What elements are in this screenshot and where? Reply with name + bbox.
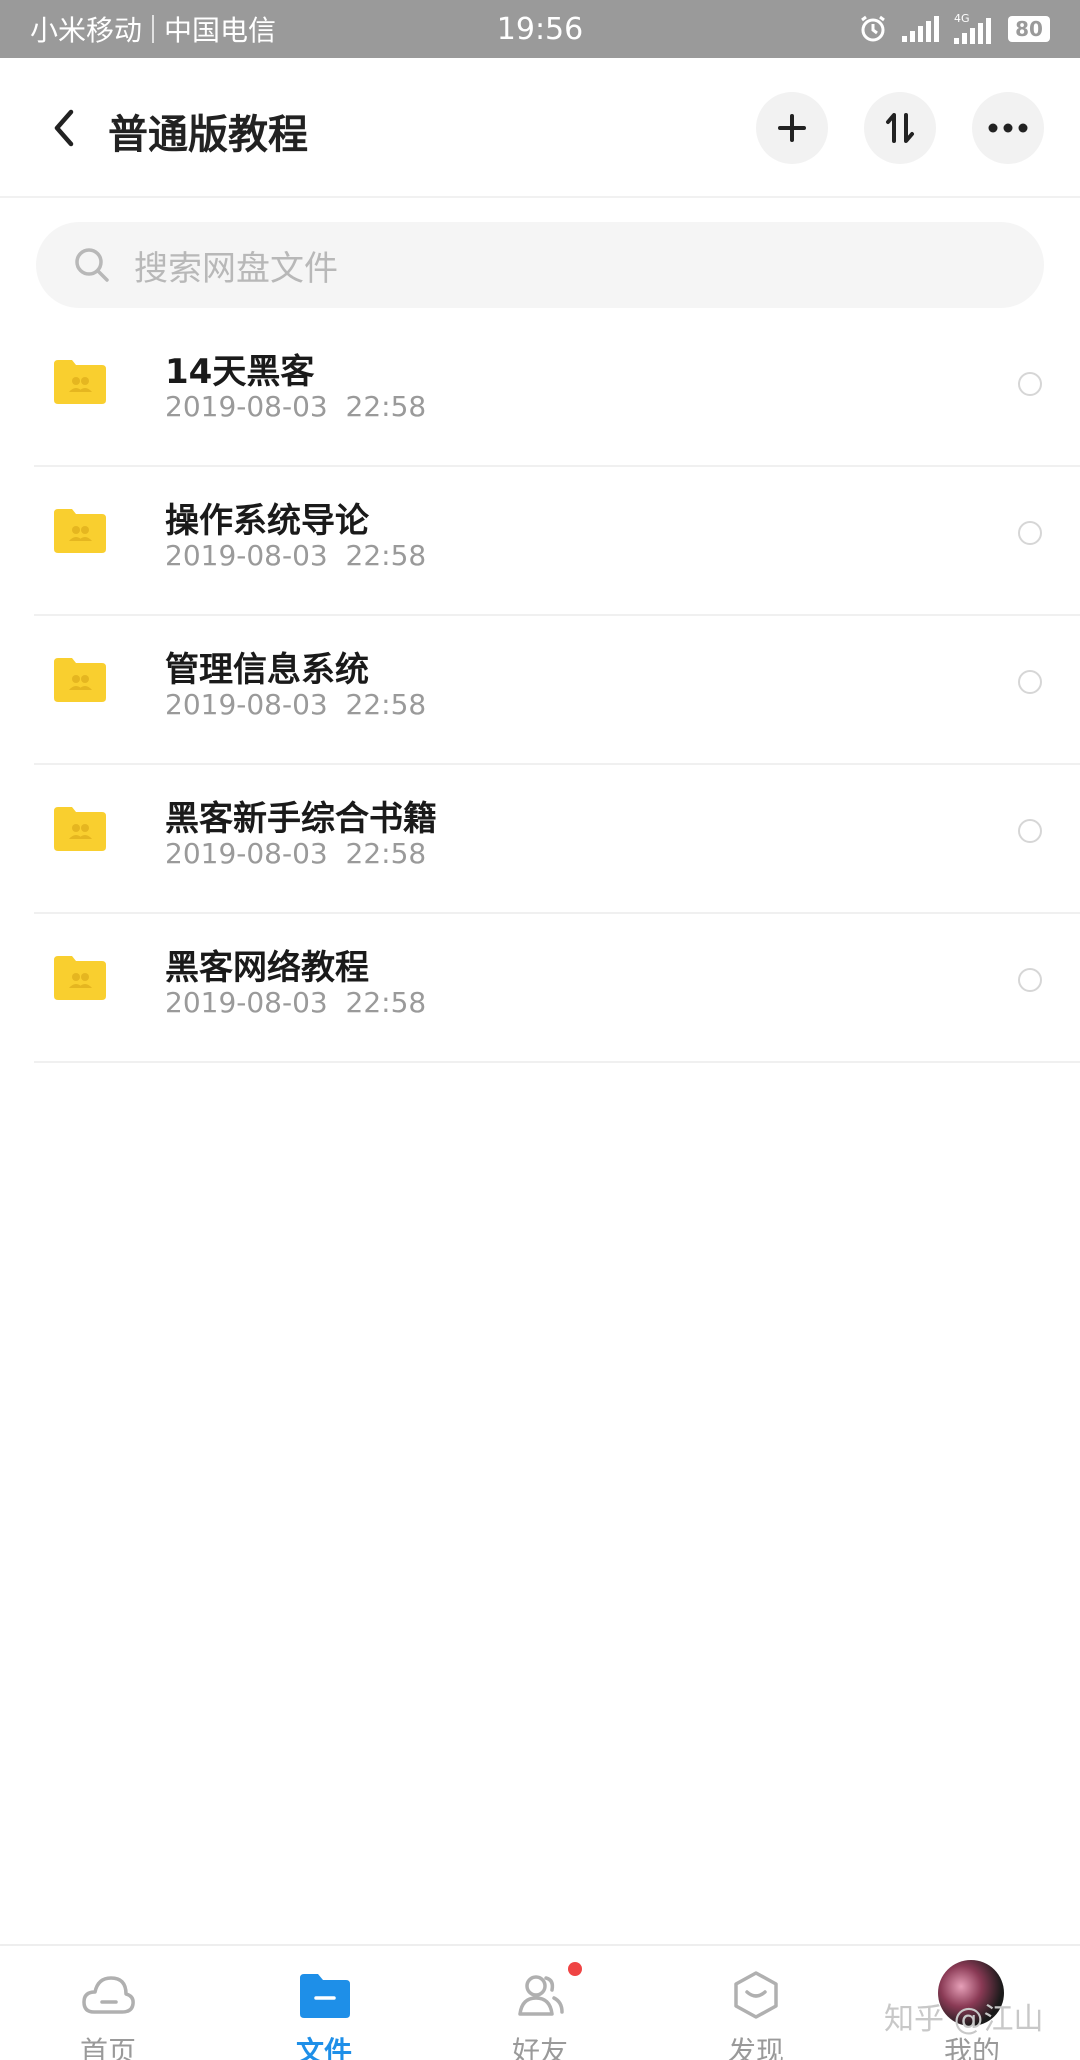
shared-folder-icon	[54, 807, 106, 851]
back-button[interactable]	[34, 98, 94, 158]
signal-icon	[902, 16, 939, 42]
file-date: 2019-08-03 22:58	[165, 539, 427, 572]
notification-badge	[568, 1962, 582, 1976]
add-button[interactable]	[756, 92, 828, 164]
select-radio[interactable]	[1018, 670, 1042, 694]
nav-label-discover: 发现	[727, 2035, 784, 2060]
list-item[interactable]: 黑客新手综合书籍 2019-08-03 22:58	[34, 765, 1080, 914]
nav-item-friends[interactable]: 好友	[432, 1946, 648, 2060]
nav-item-files[interactable]: 文件	[216, 1946, 432, 2060]
select-radio[interactable]	[1018, 372, 1042, 396]
cloud-icon	[82, 1976, 135, 2014]
file-list: 14天黑客 2019-08-03 22:58 操作系统导论 2019-08-03…	[0, 318, 1080, 1063]
shared-folder-icon	[54, 658, 106, 702]
file-name: 管理信息系统	[165, 650, 369, 690]
discover-icon	[734, 1971, 778, 2019]
back-icon	[54, 109, 74, 147]
list-item[interactable]: 黑客网络教程 2019-08-03 22:58	[34, 914, 1080, 1063]
more-button[interactable]	[972, 92, 1044, 164]
header: 普通版教程	[0, 58, 1080, 198]
page-title: 普通版教程	[108, 112, 308, 158]
friends-icon	[518, 1975, 564, 2016]
add-icon	[778, 114, 806, 142]
nav-item-home[interactable]: 首页	[0, 1946, 216, 2060]
shared-folder-icon	[54, 360, 106, 404]
shared-folder-icon	[54, 509, 106, 553]
file-name: 黑客网络教程	[165, 948, 369, 988]
select-radio[interactable]	[1018, 521, 1042, 545]
select-radio[interactable]	[1018, 968, 1042, 992]
status-bar: 小米移动 中国电信 19:56 4G 80	[0, 0, 1080, 58]
file-date: 2019-08-03 22:58	[165, 390, 427, 423]
nav-item-discover[interactable]: 发现	[648, 1946, 864, 2060]
search-input[interactable]: 搜索网盘文件	[36, 222, 1044, 308]
list-item[interactable]: 14天黑客 2019-08-03 22:58	[34, 318, 1080, 467]
search-placeholder: 搜索网盘文件	[134, 248, 338, 289]
file-date: 2019-08-03 22:58	[165, 688, 427, 721]
watermark: 知乎 @江山	[884, 2002, 1044, 2037]
file-name: 14天黑客	[165, 352, 315, 392]
file-name: 操作系统导论	[165, 501, 369, 541]
status-icons: 4G 80	[858, 0, 1050, 58]
sort-button[interactable]	[864, 92, 936, 164]
signal-4g-icon: 4G	[954, 12, 994, 44]
file-date: 2019-08-03 22:58	[165, 837, 427, 870]
select-radio[interactable]	[1018, 819, 1042, 843]
alarm-icon	[861, 15, 885, 42]
search-icon	[75, 248, 109, 282]
sort-icon	[886, 113, 914, 143]
list-item[interactable]: 管理信息系统 2019-08-03 22:58	[34, 616, 1080, 765]
shared-folder-icon	[54, 956, 106, 1000]
file-name: 黑客新手综合书籍	[165, 799, 437, 839]
folder-icon	[300, 1974, 350, 2018]
nav-label-friends: 好友	[511, 2035, 568, 2060]
nav-label-files: 文件	[295, 2035, 352, 2060]
more-icon	[988, 123, 1028, 133]
battery-icon: 80	[1008, 16, 1050, 42]
file-date: 2019-08-03 22:58	[165, 986, 427, 1019]
nav-label-home: 首页	[79, 2035, 136, 2060]
list-item[interactable]: 操作系统导论 2019-08-03 22:58	[34, 467, 1080, 616]
